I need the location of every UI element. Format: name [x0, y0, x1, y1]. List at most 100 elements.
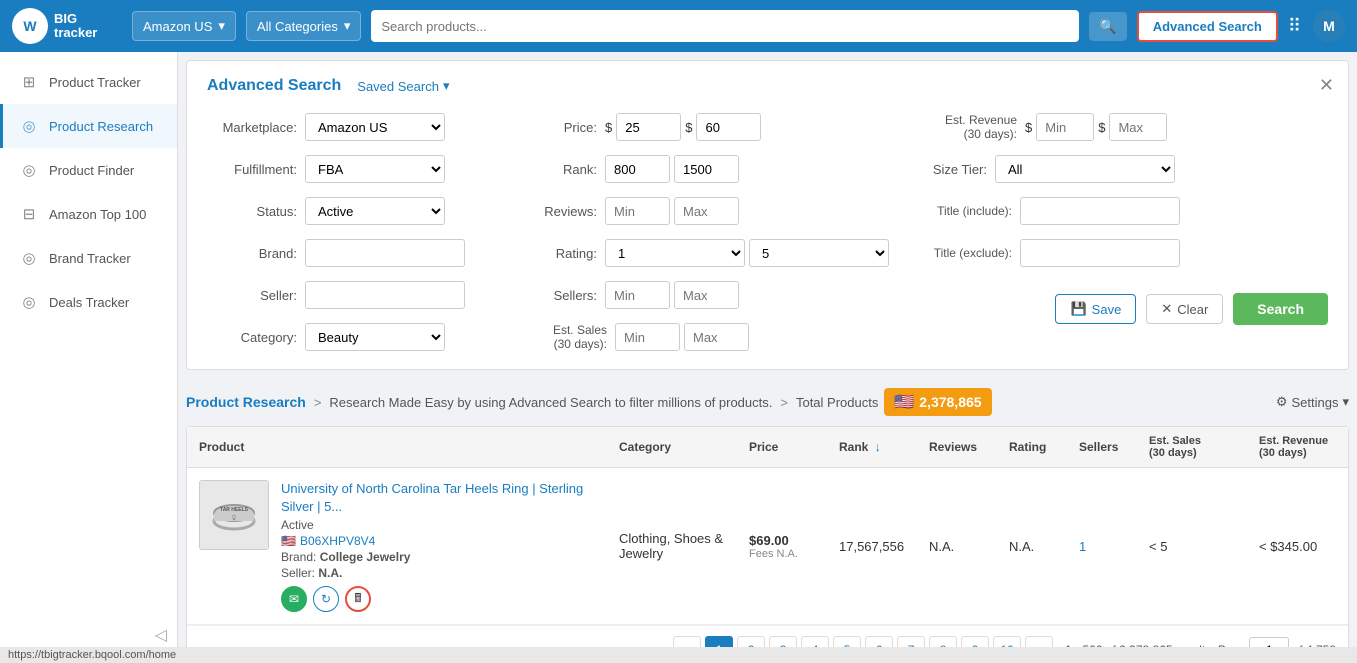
chevron-down-icon: ▾	[443, 78, 450, 94]
est-sales-max-input[interactable]	[684, 323, 749, 351]
est-revenue-label: Est. Revenue(30 days):	[907, 113, 1017, 141]
brand-input[interactable]	[305, 239, 465, 267]
sellers-min-input[interactable]	[605, 281, 670, 309]
rank-max-input[interactable]	[674, 155, 739, 183]
categories-dropdown[interactable]: All Categories ▾	[246, 11, 361, 41]
marketplace-dropdown[interactable]: Amazon US ▾	[132, 11, 236, 41]
title-include-input[interactable]	[1020, 197, 1180, 225]
plus-icon: ✉	[289, 592, 299, 606]
seller-row: Seller:	[207, 279, 487, 311]
search-button[interactable]: 🔍	[1089, 12, 1126, 41]
price-max-input[interactable]	[696, 113, 761, 141]
reviews-max-input[interactable]	[674, 197, 739, 225]
breadcrumb-description: Research Made Easy by using Advanced Sea…	[329, 395, 772, 410]
product-est-revenue: < $345.00	[1259, 539, 1357, 554]
sidebar-item-brand-tracker[interactable]: ◎ Brand Tracker	[0, 236, 177, 280]
sidebar-item-product-finder[interactable]: ◎ Product Finder	[0, 148, 177, 192]
product-brand: Brand: College Jewelry	[281, 550, 619, 564]
product-category: Clothing, Shoes & Jewelry	[619, 531, 749, 561]
col-product: Product	[199, 440, 619, 454]
col-est-revenue: Est. Revenue(30 days)	[1259, 435, 1357, 459]
saved-search-button[interactable]: Saved Search ▾	[357, 78, 449, 94]
seller-label: Seller:	[207, 288, 297, 303]
price-min-input[interactable]	[616, 113, 681, 141]
sellers-row: Sellers:	[507, 279, 887, 311]
nav-right: ⠿ M	[1288, 10, 1345, 42]
form-col-3: Est. Revenue(30 days): $ $ Size Tier: Al…	[907, 111, 1328, 353]
product-title[interactable]: University of North Carolina Tar Heels R…	[281, 480, 619, 516]
svg-text:TAR HEELS: TAR HEELS	[220, 507, 249, 513]
sidebar-item-product-tracker[interactable]: ⊞ Product Tracker	[0, 60, 177, 104]
product-thumbnail: TAR HEELS ⍜	[199, 480, 269, 550]
sort-icon: ↓	[875, 440, 881, 454]
save-button[interactable]: 💾 Save	[1055, 294, 1136, 324]
panel-header: Advanced Search Saved Search ▾	[207, 77, 1328, 95]
svg-text:⍜: ⍜	[232, 515, 236, 521]
rating-row: Rating: 12345 54321	[507, 237, 887, 269]
deals-tracker-icon: ◎	[19, 292, 39, 312]
rank-label: Rank:	[507, 162, 597, 177]
search-button[interactable]: Search	[1233, 293, 1328, 325]
product-seller: Seller: N.A.	[281, 566, 619, 580]
sellers-range	[605, 281, 739, 309]
sidebar-item-deals-tracker[interactable]: ◎ Deals Tracker	[0, 280, 177, 324]
status-select[interactable]: Active Inactive All	[305, 197, 445, 225]
brand-label: Brand:	[207, 246, 297, 261]
product-research-icon: ◎	[19, 116, 39, 136]
breadcrumb-sep-2: >	[780, 395, 788, 410]
est-revenue-min-input[interactable]	[1036, 113, 1094, 141]
action-icons: ✉ ↻ 🖩	[281, 586, 619, 612]
action-row: 💾 Save ✕ Clear Search	[907, 293, 1328, 325]
breadcrumb-product-research[interactable]: Product Research	[186, 394, 306, 410]
est-revenue-max-input[interactable]	[1109, 113, 1167, 141]
product-reviews: N.A.	[929, 539, 1009, 554]
col-category: Category	[619, 440, 749, 454]
product-asin[interactable]: 🇺🇸 B06XHPV8V4	[281, 534, 619, 548]
fulfillment-select[interactable]: FBA FBM Both	[305, 155, 445, 183]
form-col-1: Marketplace: Amazon US Amazon UK Amazon …	[207, 111, 487, 353]
close-panel-button[interactable]: ✕	[1319, 75, 1334, 96]
main-search-input[interactable]	[371, 10, 1079, 42]
price-range: $ $	[605, 113, 761, 141]
chevron-down-icon: ▾	[344, 18, 351, 34]
calculator-button[interactable]: 🖩	[345, 586, 371, 612]
size-tier-row: Size Tier: All Small Standard Large Stan…	[907, 153, 1328, 185]
product-sellers[interactable]: 1	[1079, 539, 1149, 554]
col-reviews: Reviews	[929, 440, 1009, 454]
sidebar-item-product-research[interactable]: ◎ Product Research	[0, 104, 177, 148]
sidebar: ⊞ Product Tracker ◎ Product Research ◎ P…	[0, 52, 178, 663]
rating-min-select[interactable]: 12345	[605, 239, 745, 267]
total-products-badge: 🇺🇸 2,378,865	[884, 388, 991, 416]
content-area: Advanced Search Saved Search ▾ ✕ Marketp…	[178, 52, 1357, 663]
price-row: Price: $ $	[507, 111, 887, 143]
advanced-search-nav-button[interactable]: Advanced Search	[1137, 11, 1278, 42]
category-select[interactable]: Beauty Electronics Clothing	[305, 323, 445, 351]
reviews-range	[605, 197, 739, 225]
add-to-tracker-button[interactable]: ✉	[281, 586, 307, 612]
est-sales-row: Est. Sales(30 days):	[507, 321, 887, 353]
sidebar-item-amazon-top-100[interactable]: ⊟ Amazon Top 100	[0, 192, 177, 236]
chevron-down-icon: ▾	[1342, 394, 1349, 410]
form-col-2: Price: $ $ Rank:	[507, 111, 887, 353]
rating-max-select[interactable]: 54321	[749, 239, 889, 267]
title-exclude-label: Title (exclude):	[907, 246, 1012, 260]
reviews-min-input[interactable]	[605, 197, 670, 225]
results-header: Product Research > Research Made Easy by…	[186, 378, 1349, 426]
reviews-row: Reviews:	[507, 195, 887, 227]
logo-text: BIGtracker	[54, 12, 97, 41]
sellers-max-input[interactable]	[674, 281, 739, 309]
col-price: Price	[749, 440, 839, 454]
clear-button[interactable]: ✕ Clear	[1146, 294, 1223, 324]
title-exclude-input[interactable]	[1020, 239, 1180, 267]
size-tier-select[interactable]: All Small Standard Large Standard Oversi…	[995, 155, 1175, 183]
refresh-button[interactable]: ↻	[313, 586, 339, 612]
rank-min-input[interactable]	[605, 155, 670, 183]
user-avatar[interactable]: M	[1313, 10, 1345, 42]
marketplace-select[interactable]: Amazon US Amazon UK Amazon DE	[305, 113, 445, 141]
settings-button[interactable]: ⚙ Settings ▾	[1276, 394, 1349, 410]
product-rank: 17,567,556	[839, 539, 929, 554]
grid-icon[interactable]: ⠿	[1288, 16, 1301, 37]
seller-input[interactable]	[305, 281, 465, 309]
est-sales-min-input[interactable]	[615, 323, 680, 351]
total-products-label: Total Products	[796, 395, 878, 410]
